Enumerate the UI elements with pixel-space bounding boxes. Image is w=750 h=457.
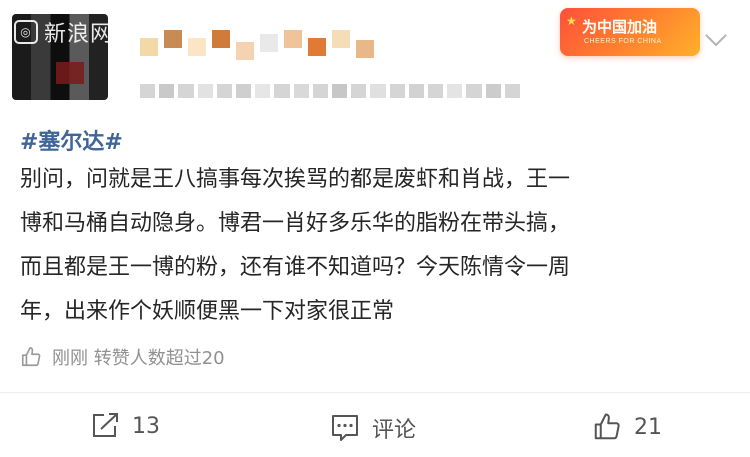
watermark: ◎ 新浪网 bbox=[14, 16, 113, 48]
repost-button[interactable]: 13 bbox=[90, 412, 160, 440]
thumbs-up-icon bbox=[21, 347, 41, 367]
comment-button[interactable]: 评论 bbox=[330, 412, 416, 444]
content-line: 而且都是王一博的粉，还有谁不知道吗？今天陈情令一周 bbox=[20, 255, 571, 280]
app-logo-icon: ◎ bbox=[14, 20, 38, 44]
star-icon: ★ bbox=[566, 14, 577, 28]
campaign-badge[interactable]: ★ 为中国加油 CHEERS FOR CHINA bbox=[560, 8, 700, 56]
likes-info-row: 刚刚 转赞人数超过20 bbox=[20, 344, 225, 370]
like-button[interactable]: 21 bbox=[592, 412, 662, 442]
more-options-button[interactable] bbox=[700, 28, 732, 52]
thumbs-up-icon bbox=[594, 413, 620, 440]
badge-title: 为中国加油 bbox=[582, 19, 658, 36]
action-bar: 13 评论 21 bbox=[0, 404, 750, 454]
comment-label: 评论 bbox=[372, 418, 417, 443]
repost-count: 13 bbox=[132, 413, 160, 439]
likes-info-text: 刚刚 转赞人数超过20 bbox=[52, 348, 225, 369]
post-header: ◎ 新浪网 ★ 为中国加油 CHEERS FOR CHINA bbox=[0, 0, 750, 110]
post-meta-blurred bbox=[140, 84, 521, 98]
post-content: 别问，问就是王八搞事每次挨骂的都是废虾和肖战，王一 博和马桶自动隐身。博君一肖好… bbox=[20, 158, 735, 334]
watermark-text: 新浪网 bbox=[44, 22, 114, 47]
topic-hashtag[interactable]: #塞尔达# bbox=[20, 124, 123, 156]
content-line: 别问，问就是王八搞事每次挨骂的都是废虾和肖战，王一 bbox=[20, 167, 571, 192]
comment-icon bbox=[332, 415, 358, 441]
content-line: 博和马桶自动隐身。博君一肖好多乐华的脂粉在带头搞， bbox=[20, 211, 571, 236]
username-blurred[interactable] bbox=[140, 30, 410, 66]
like-count: 21 bbox=[634, 414, 662, 440]
repost-icon bbox=[93, 413, 118, 437]
content-line: 年，出来作个妖顺便黑一下对家很正常 bbox=[20, 299, 395, 324]
divider bbox=[0, 392, 750, 393]
badge-subtitle: CHEERS FOR CHINA bbox=[584, 38, 662, 45]
chevron-down-icon bbox=[705, 34, 727, 47]
